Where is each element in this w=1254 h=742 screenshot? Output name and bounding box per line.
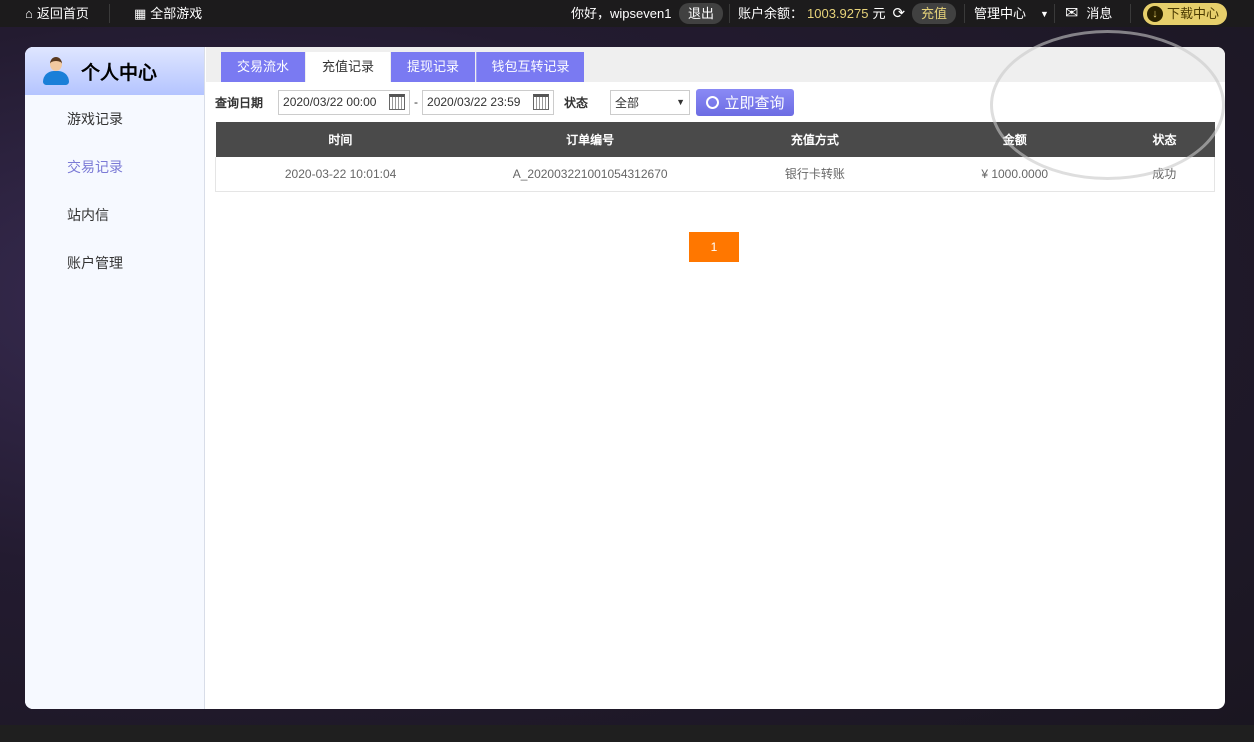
logout-button[interactable]: 退出 xyxy=(679,3,724,24)
divider xyxy=(1130,4,1131,23)
download-icon: ↓ xyxy=(1147,5,1163,22)
caret-down-icon: ▼ xyxy=(676,97,686,107)
cell-status: 成功 xyxy=(1114,157,1215,192)
sidebar-item-game-records[interactable]: 游戏记录 xyxy=(25,95,204,143)
cell-method: 银行卡转账 xyxy=(715,157,915,192)
grid-icon: ▦ xyxy=(134,5,147,21)
balance-value: 1003.9275 xyxy=(807,5,869,21)
tab-wallet-transfer[interactable]: 钱包互转记录 xyxy=(476,52,584,82)
cell-time: 2020-03-22 10:01:04 xyxy=(215,157,466,192)
date-label: 查询日期 xyxy=(215,95,264,110)
mail-icon: ✉ xyxy=(1065,4,1079,22)
end-date-input[interactable]: 2020/03/22 23:59 xyxy=(422,89,555,115)
tab-transactions[interactable]: 交易流水 xyxy=(221,52,305,82)
tab-bar: 交易流水 充值记录 提现记录 钱包互转记录 xyxy=(206,47,1225,82)
recharge-table: 时间 订单编号 充值方式 金额 状态 2020-03-22 10:01:04 A… xyxy=(215,122,1215,192)
search-icon xyxy=(705,95,719,109)
divider xyxy=(729,4,730,23)
calendar-icon[interactable] xyxy=(533,94,550,110)
divider xyxy=(109,4,110,23)
divider xyxy=(1054,4,1055,23)
sidebar-item-inbox[interactable]: 站内信 xyxy=(25,191,204,239)
download-center-button[interactable]: ↓ 下载中心 xyxy=(1143,0,1228,27)
sidebar-header: 个人中心 xyxy=(25,47,204,95)
main-content: 交易流水 充值记录 提现记录 钱包互转记录 查询日期 2020/03/22 00… xyxy=(206,47,1225,709)
tab-recharge-records[interactable]: 充值记录 xyxy=(306,52,390,82)
col-time: 时间 xyxy=(215,122,466,157)
date-separator: - xyxy=(414,95,419,109)
home-link[interactable]: ⌂ 返回首页 xyxy=(25,0,89,27)
col-status: 状态 xyxy=(1114,122,1215,157)
status-label: 状态 xyxy=(564,95,589,110)
greeting: 你好，wipseven1 xyxy=(571,5,672,21)
col-order-no: 订单编号 xyxy=(465,122,716,157)
manage-menu[interactable]: 管理中心 ▼ xyxy=(974,0,1049,27)
all-games-link[interactable]: ▦ 全部游戏 xyxy=(134,0,202,27)
footer-bar xyxy=(0,725,1254,742)
cell-amount: ¥ 1000.0000 xyxy=(914,157,1115,192)
cell-order-no: A_202003221001054312670 xyxy=(465,157,716,192)
user-avatar-icon xyxy=(43,57,69,85)
calendar-icon[interactable] xyxy=(389,94,406,110)
tab-withdraw-records[interactable]: 提现记录 xyxy=(391,52,475,82)
page-button[interactable]: 1 xyxy=(689,232,739,262)
sidebar-item-account[interactable]: 账户管理 xyxy=(25,239,204,287)
recharge-button[interactable]: 充值 xyxy=(912,3,957,24)
user-center-panel: 个人中心 游戏记录 交易记录 站内信 账户管理 交易流水 充值记录 提现记录 钱… xyxy=(25,47,1225,709)
filter-bar: 查询日期 2020/03/22 00:00 - 2020/03/22 23:59… xyxy=(215,88,795,116)
table-row: 2020-03-22 10:01:04 A_202003221001054312… xyxy=(215,157,1215,192)
currency: 元 xyxy=(872,5,886,21)
home-icon: ⌂ xyxy=(25,5,33,21)
balance-label: 账户余额： xyxy=(738,5,804,21)
query-button[interactable]: 立即查询 xyxy=(696,88,795,116)
messages-link[interactable]: ✉ 消息 xyxy=(1065,0,1112,27)
refresh-icon[interactable]: ⟳ xyxy=(892,1,905,27)
status-select[interactable]: 全部 ▼ xyxy=(610,89,691,115)
start-date-input[interactable]: 2020/03/22 00:00 xyxy=(278,89,411,115)
top-bar: ⌂ 返回首页 ▦ 全部游戏 你好，wipseven1 退出 账户余额： 1003.92… xyxy=(0,0,1254,27)
sidebar-item-transaction-records[interactable]: 交易记录 xyxy=(25,143,204,191)
col-method: 充值方式 xyxy=(715,122,915,157)
sidebar: 个人中心 游戏记录 交易记录 站内信 账户管理 xyxy=(25,47,205,709)
col-amount: 金额 xyxy=(914,122,1115,157)
sidebar-title: 个人中心 xyxy=(81,62,158,84)
caret-down-icon: ▼ xyxy=(1040,8,1049,19)
divider xyxy=(964,4,965,23)
